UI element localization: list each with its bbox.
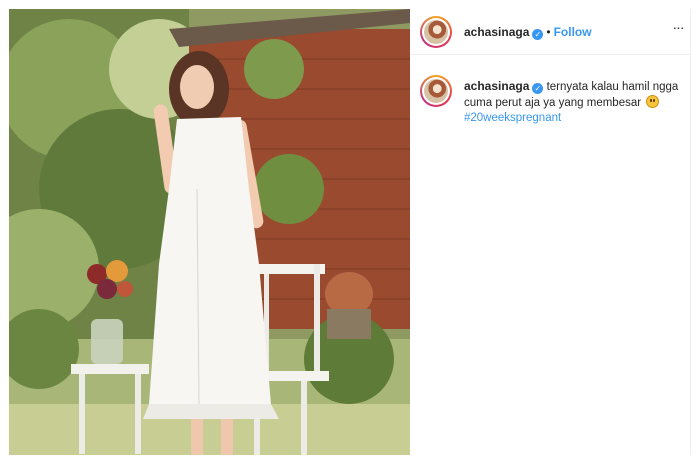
author-username[interactable]: achasinaga xyxy=(464,25,529,39)
verified-badge-icon: ✓ xyxy=(532,83,544,94)
avatar-photo xyxy=(424,79,448,103)
author-line: achasinaga ✓ • Follow xyxy=(464,25,592,40)
caption-text: achasinaga ✓ ternyata kalau hamil ngga cu… xyxy=(464,79,679,126)
separator-dot: • xyxy=(546,25,551,39)
post-photo-illustration xyxy=(9,9,410,455)
author-avatar[interactable] xyxy=(420,16,452,48)
caption-username[interactable]: achasinaga xyxy=(464,79,529,93)
verified-badge-icon: ✓ xyxy=(532,29,544,40)
post-header: achasinaga ✓ • Follow ··· xyxy=(410,9,691,55)
more-options-icon[interactable]: ··· xyxy=(669,20,687,37)
follow-button[interactable]: Follow xyxy=(554,25,592,39)
post-side-panel: achasinaga ✓ • Follow ··· achasinaga ✓ terny… xyxy=(410,9,691,455)
caption-avatar[interactable] xyxy=(420,75,452,107)
grinning-sweat-emoji-icon xyxy=(646,95,660,108)
post-photo[interactable] xyxy=(9,9,410,455)
avatar-photo xyxy=(424,20,448,44)
hashtag-link[interactable]: #20weekspregnant xyxy=(464,112,561,124)
